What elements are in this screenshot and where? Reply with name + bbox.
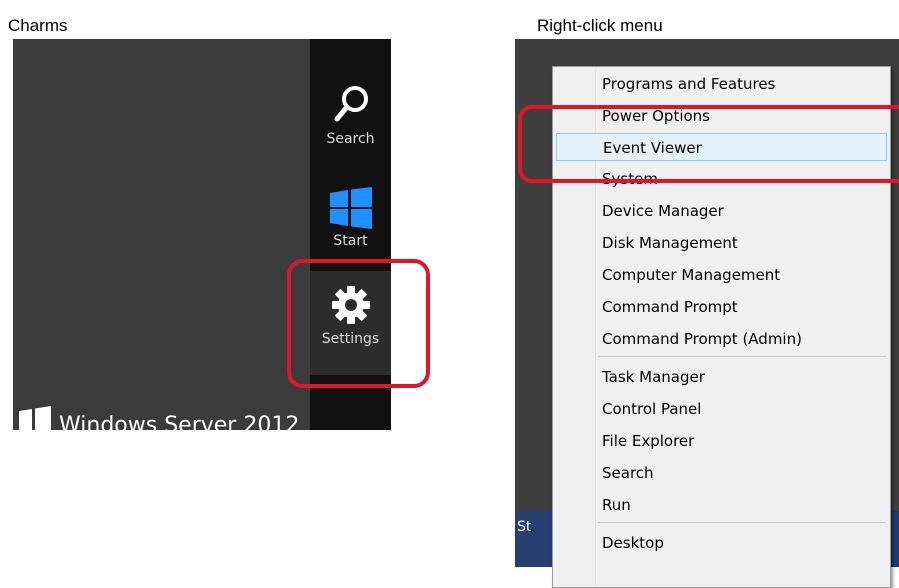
menu-separator	[598, 356, 886, 357]
menu-item-label: File Explorer	[602, 432, 695, 450]
menu-item-control-panel[interactable]: Control Panel	[556, 395, 887, 423]
charm-search-label: Search	[326, 131, 375, 147]
menu-item-programs-and-features[interactable]: Programs and Features	[556, 70, 887, 98]
menu-item-disk-management[interactable]: Disk Management	[556, 229, 887, 257]
windows-logo-icon	[17, 405, 51, 430]
menu-item-search[interactable]: Search	[556, 459, 887, 487]
menu-item-label: Desktop	[602, 534, 664, 552]
menu-item-file-explorer[interactable]: File Explorer	[556, 427, 887, 455]
menu-item-label: Task Manager	[602, 368, 705, 386]
menu-item-label: Programs and Features	[602, 75, 776, 93]
menu-item-command-prompt-admin[interactable]: Command Prompt (Admin)	[556, 325, 887, 353]
charm-search[interactable]: Search	[310, 83, 391, 147]
menu-separator	[598, 522, 886, 523]
taskbar-start-tile[interactable]: St	[515, 511, 555, 567]
menu-item-label: Search	[602, 464, 654, 482]
windows-server-brand-text: Windows Server 2012	[59, 413, 300, 430]
menu-item-label: Device Manager	[602, 202, 724, 220]
taskbar-start-text: St	[517, 519, 532, 535]
search-icon	[334, 86, 368, 122]
menu-item-command-prompt[interactable]: Command Prompt	[556, 293, 887, 321]
menu-item-label: Computer Management	[602, 266, 781, 284]
menu-item-run[interactable]: Run	[556, 491, 887, 519]
charms-caption: Charms	[8, 16, 68, 35]
settings-highlight-box	[287, 259, 430, 388]
charm-start[interactable]: Start	[310, 187, 391, 249]
menu-item-label: Control Panel	[602, 400, 702, 418]
menu-item-task-manager[interactable]: Task Manager	[556, 363, 887, 391]
menu-item-label: Disk Management	[602, 234, 738, 252]
windows-logo-icon	[329, 187, 372, 229]
menu-item-label: Command Prompt (Admin)	[602, 330, 802, 348]
menu-item-desktop[interactable]: Desktop	[556, 529, 887, 557]
menu-item-label: Run	[602, 496, 631, 514]
event-viewer-highlight-box	[518, 105, 899, 183]
right-click-menu-caption: Right-click menu	[537, 16, 663, 35]
charm-start-label: Start	[333, 233, 368, 249]
menu-item-label: Command Prompt	[602, 298, 738, 316]
menu-item-computer-management[interactable]: Computer Management	[556, 261, 887, 289]
menu-item-device-manager[interactable]: Device Manager	[556, 197, 887, 225]
